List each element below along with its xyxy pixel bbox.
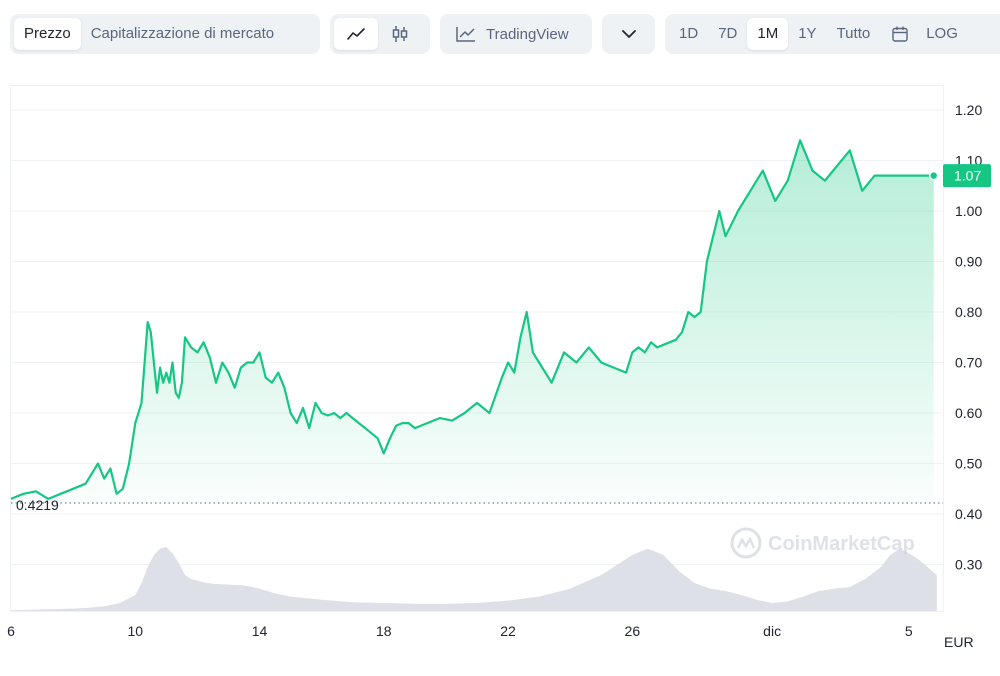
line-chart-icon: [347, 28, 365, 40]
current-price-label: 1.07: [954, 168, 981, 184]
coinmarketcap-logo-icon: [730, 527, 762, 559]
logo-mark: [736, 536, 756, 549]
price-area-fill: [11, 140, 934, 503]
metric-tab-group: Prezzo Capitalizzazione di mercato: [10, 14, 320, 54]
date-range-button[interactable]: [880, 18, 920, 50]
y-tick-label: 1.00: [955, 203, 982, 219]
y-tick-label: 0.30: [955, 557, 982, 573]
volume-bars: [11, 547, 937, 611]
chevron-down-icon: [621, 29, 636, 38]
range-1d[interactable]: 1D: [669, 18, 708, 50]
y-tick-label: 0.90: [955, 254, 982, 270]
y-tick-label: 0.50: [955, 456, 982, 472]
x-axis-labels: 6 10 14 18 22 26 dic 5: [7, 623, 913, 639]
tradingview-button[interactable]: TradingView: [440, 14, 592, 54]
log-scale-toggle[interactable]: LOG: [920, 18, 958, 50]
y-tick-label: 0.70: [955, 355, 982, 371]
candlestick-button[interactable]: [378, 18, 422, 50]
tab-price[interactable]: Prezzo: [14, 18, 81, 50]
y-tick-label: 0.60: [955, 405, 982, 421]
price-chart: CoinMarketCap 0.4219 1.20 1.10 1.00 0.90 0.8…: [0, 80, 1000, 671]
x-tick-label: 14: [252, 623, 268, 639]
price-chart-svg: CoinMarketCap 0.4219 1.201.101.000.900.8…: [7, 85, 991, 650]
x-tick-label: 26: [625, 623, 641, 639]
volume-area: [11, 547, 937, 611]
x-tick-label: 22: [500, 623, 516, 639]
x-tick-label: dic: [763, 623, 781, 639]
range-all[interactable]: Tutto: [827, 18, 881, 50]
open-price-label: 0.4219: [16, 497, 59, 513]
range-1y[interactable]: 1Y: [788, 18, 826, 50]
calendar-icon: [892, 26, 908, 42]
more-options-dropdown[interactable]: [602, 14, 655, 54]
x-tick-label: 6: [7, 623, 15, 639]
trend-line-icon: [456, 27, 475, 42]
time-range-group: 1D 7D 1M 1Y Tutto LOG: [665, 14, 1000, 54]
tradingview-label: TradingView: [486, 25, 569, 43]
y-tick-label: 0.80: [955, 304, 982, 320]
candlestick-icon: [392, 26, 408, 42]
tab-market-cap[interactable]: Capitalizzazione di mercato: [81, 18, 284, 50]
y-tick-label: 1.20: [955, 102, 982, 118]
currency-label: EUR: [944, 634, 974, 650]
chart-type-group: [330, 14, 430, 54]
current-price-dot: [928, 170, 939, 181]
line-chart-button[interactable]: [334, 18, 378, 50]
current-price-tag: 1.07: [928, 164, 991, 188]
y-tick-label: 0.40: [955, 506, 982, 522]
x-tick-label: 10: [127, 623, 143, 639]
watermark-text: CoinMarketCap: [768, 533, 915, 555]
chart-toolbar: Prezzo Capitalizzazione di mercato Tradi…: [0, 14, 1000, 54]
x-tick-label: 18: [376, 623, 392, 639]
range-1m[interactable]: 1M: [747, 18, 789, 50]
range-7d[interactable]: 7D: [708, 18, 747, 50]
x-tick-label: 5: [905, 623, 913, 639]
watermark: CoinMarketCap: [730, 527, 915, 559]
